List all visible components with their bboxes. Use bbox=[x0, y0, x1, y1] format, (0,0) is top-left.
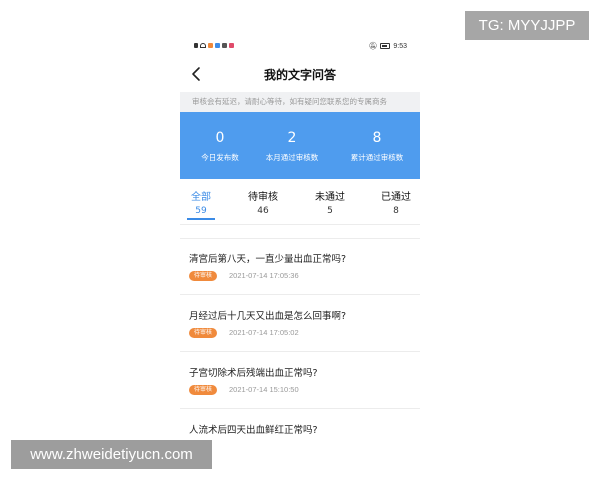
tab-pending[interactable]: 待审核 46 bbox=[233, 188, 293, 216]
app-notification-icon bbox=[208, 43, 213, 48]
nav-bar: 我的文字问答 bbox=[180, 56, 420, 92]
status-icons-right: 🔕︎ 9:53 bbox=[368, 42, 407, 51]
page-title: 我的文字问答 bbox=[263, 68, 336, 82]
app-notification-icon bbox=[229, 43, 234, 48]
tab-all[interactable]: 全部 59 bbox=[180, 188, 231, 220]
question-time: 2021-07-14 17:05:36 bbox=[229, 271, 299, 280]
list-item[interactable]: 清宫后第八天，一直少量出血正常吗? 待审核 2021-07-14 17:05:3… bbox=[180, 238, 420, 294]
status-bar: 🔕︎ 9:53 bbox=[180, 38, 420, 56]
battery-icon bbox=[380, 43, 391, 49]
stat-value: 8 bbox=[372, 130, 382, 146]
status-badge: 待审核 bbox=[189, 385, 218, 395]
status-badge: 待审核 bbox=[189, 271, 218, 281]
tg-watermark: TG: MYYJJPP bbox=[465, 11, 589, 40]
stat-month-approved: 2 本月通过审核数 bbox=[252, 130, 332, 163]
list-item[interactable]: 子宫切除术后残端出血正常吗? 待审核 2021-07-14 15:10:50 bbox=[180, 352, 420, 408]
tab-label: 已通过 bbox=[381, 192, 411, 203]
tab-label: 全部 bbox=[191, 192, 211, 203]
filter-tabs: 全部 59 待审核 46 未通过 5 已通过 8 bbox=[180, 184, 420, 224]
question-title: 子宫切除术后残端出血正常吗? bbox=[189, 368, 318, 379]
tab-label: 待审核 bbox=[248, 192, 278, 203]
tab-label: 未通过 bbox=[315, 192, 345, 203]
app-notification-icon bbox=[222, 43, 227, 48]
stat-label: 本月通过审核数 bbox=[265, 153, 319, 162]
status-time: 9:53 bbox=[393, 42, 407, 50]
tab-active-indicator bbox=[187, 218, 215, 220]
wifi-icon bbox=[200, 43, 206, 48]
review-notice: 审核会有延迟，请耐心等待，如有疑问您联系您的专属商务 bbox=[180, 92, 420, 112]
tab-approved[interactable]: 已通过 8 bbox=[366, 188, 420, 216]
tab-count: 8 bbox=[393, 206, 399, 216]
stats-panel: 0 今日发布数 2 本月通过审核数 8 累计通过审核数 bbox=[180, 112, 420, 179]
stat-today-published: 0 今日发布数 bbox=[180, 130, 260, 163]
stat-label: 累计通过审核数 bbox=[350, 153, 404, 162]
site-watermark: www.zhweidetiyucn.com bbox=[11, 440, 212, 469]
mute-icon: 🔕︎ bbox=[368, 43, 378, 50]
question-title: 清宫后第八天，一直少量出血正常吗? bbox=[189, 254, 347, 265]
sim-icon bbox=[194, 43, 198, 48]
status-badge: 待审核 bbox=[189, 328, 218, 338]
tab-count: 5 bbox=[327, 206, 333, 216]
tab-rejected[interactable]: 未通过 5 bbox=[300, 188, 360, 216]
question-title: 人流术后四天出血鲜红正常吗? bbox=[189, 425, 318, 436]
tab-count: 46 bbox=[257, 206, 269, 216]
question-time: 2021-07-14 15:10:50 bbox=[229, 385, 299, 394]
app-notification-icon bbox=[215, 43, 220, 48]
stat-label: 今日发布数 bbox=[201, 153, 239, 162]
stat-value: 2 bbox=[287, 130, 297, 146]
list-item[interactable]: 人流术后四天出血鲜红正常吗? bbox=[180, 409, 420, 436]
divider bbox=[180, 224, 420, 225]
list-item[interactable]: 月经过后十几天又出血是怎么回事啊? 待审核 2021-07-14 17:05:0… bbox=[180, 295, 420, 351]
question-title: 月经过后十几天又出血是怎么回事啊? bbox=[189, 311, 347, 322]
question-time: 2021-07-14 17:05:02 bbox=[229, 328, 299, 337]
stat-total-approved: 8 累计通过审核数 bbox=[337, 130, 417, 163]
phone-screen: 🔕︎ 9:53 我的文字问答 审核会有延迟，请耐心等待，如有疑问您联系您的专属商… bbox=[180, 38, 420, 436]
stat-value: 0 bbox=[215, 130, 225, 146]
tab-count: 59 bbox=[195, 206, 207, 216]
status-icons-left bbox=[194, 43, 234, 48]
